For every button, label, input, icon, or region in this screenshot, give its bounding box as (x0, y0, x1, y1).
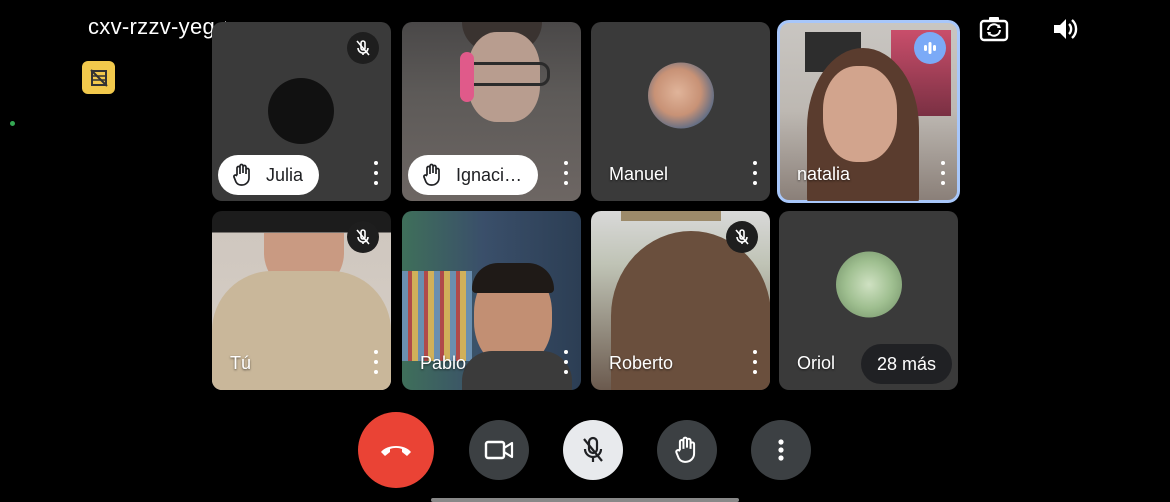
meeting-code[interactable]: cxv-rzzv-yeg (88, 14, 233, 40)
participant-name: Julia (266, 164, 304, 185)
more-options-button[interactable] (751, 420, 811, 480)
more-vert-icon[interactable] (561, 350, 571, 374)
more-vert-icon[interactable] (371, 350, 381, 374)
participant-name: natalia (797, 164, 851, 184)
meeting-code-text: cxv-rzzv-yeg (88, 14, 216, 39)
call-controls (0, 410, 1170, 490)
camera-icon (484, 440, 514, 460)
mic-off-icon (726, 221, 758, 253)
avatar (835, 251, 902, 317)
speaking-indicator-icon (914, 32, 946, 64)
raised-hand-icon (423, 163, 440, 186)
participant-tile[interactable]: Manuel (591, 22, 770, 201)
mic-off-icon (347, 32, 379, 64)
flip-camera-icon (979, 17, 1009, 42)
more-vert-icon[interactable] (561, 161, 571, 185)
participant-tile[interactable]: Roberto (591, 211, 770, 390)
participant-tile-overflow[interactable]: Oriol 28 más (779, 211, 958, 390)
end-call-button[interactable] (358, 412, 434, 488)
raise-hand-icon (675, 436, 696, 463)
mic-off-icon (347, 221, 379, 253)
participant-name: Ignaci… (456, 164, 523, 185)
more-vert-icon (778, 439, 784, 461)
more-participants-pill[interactable]: 28 más (860, 344, 952, 384)
captions-off-badge[interactable] (82, 61, 115, 94)
raise-hand-button[interactable] (657, 420, 717, 480)
avatar (268, 78, 334, 144)
home-indicator[interactable] (431, 498, 739, 502)
participant-tile[interactable]: Julia (212, 22, 391, 201)
raised-hand-icon (233, 163, 250, 186)
participant-tile[interactable]: Ignaci… (402, 22, 581, 201)
flip-camera-button[interactable] (977, 12, 1011, 46)
participant-name: Manuel (609, 164, 669, 184)
no-video-grid-icon (89, 68, 108, 87)
participant-name: Oriol (797, 353, 836, 373)
video-feed (402, 271, 472, 361)
status-dot (10, 121, 15, 126)
more-vert-icon[interactable] (750, 161, 760, 185)
participant-tile-self[interactable]: Tú (212, 211, 391, 390)
participant-name: Pablo (420, 353, 467, 373)
raised-hand-pill: Ignaci… (408, 155, 539, 195)
more-vert-icon[interactable] (938, 161, 948, 185)
more-vert-icon[interactable] (750, 350, 760, 374)
camera-toggle-button[interactable] (469, 420, 529, 480)
participant-name: Roberto (609, 353, 674, 373)
avatar (647, 62, 714, 128)
mic-off-icon (583, 436, 603, 462)
end-call-icon (381, 446, 411, 456)
mic-toggle-button[interactable] (563, 420, 623, 480)
participant-name: Tú (230, 353, 252, 373)
participant-tile-active[interactable]: natalia (777, 20, 960, 203)
speaker-icon (1054, 19, 1078, 39)
raised-hand-pill: Julia (218, 155, 320, 195)
participant-tile[interactable]: Pablo (402, 211, 581, 390)
speaker-button[interactable] (1048, 12, 1082, 46)
more-vert-icon[interactable] (371, 161, 381, 185)
